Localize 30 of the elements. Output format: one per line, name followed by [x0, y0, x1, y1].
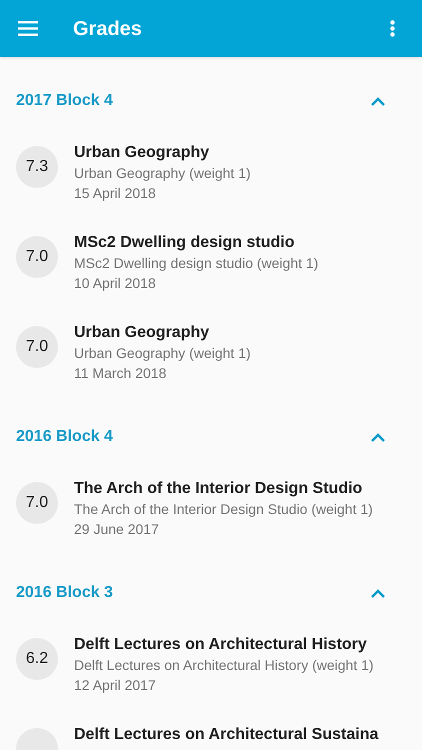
grade-badge: 7.0: [16, 236, 58, 278]
grade-date: 11 March 2018: [74, 364, 168, 383]
course-subtitle: Urban Geography (weight 1): [74, 344, 251, 363]
more-icon: [390, 20, 394, 37]
section-title: 2016 Block 3: [16, 583, 113, 603]
course-title: Urban Geography: [74, 143, 210, 163]
grade-date: 29 June 2017: [74, 520, 160, 539]
menu-icon: [18, 21, 38, 36]
grade-date: 12 April 2017: [74, 676, 157, 695]
course-title: The Arch of the Interior Design Studio: [74, 479, 364, 499]
course-title: Urban Geography: [74, 323, 210, 343]
course-subtitle: The Arch of the Interior Design Studio (weight 1): [74, 500, 373, 519]
grade-badge: 7.0: [16, 482, 58, 524]
app-title: Grades: [73, 16, 142, 42]
course-title: MSc2 Dwelling design studio: [74, 233, 296, 253]
course-title: Delft Lectures on Architectural History: [74, 635, 368, 655]
section-title: 2016 Block 4: [16, 427, 113, 447]
grade-date: 15 April 2018: [74, 184, 157, 203]
chevron-up-icon: [371, 588, 385, 598]
grade-badge: 6.2: [16, 638, 58, 680]
section-title: 2017 Block 4: [16, 91, 113, 111]
course-subtitle: MSc2 Dwelling design studio (weight 1): [74, 254, 318, 273]
course-subtitle: Delft Lectures on Architectural History (weight 1): [74, 656, 374, 675]
grade-badge: 7.0: [16, 326, 58, 368]
grade-badge: 7.3: [16, 146, 58, 188]
course-subtitle: Urban Geography (weight 1): [74, 164, 251, 183]
chevron-up-icon: [371, 96, 385, 106]
course-title: Delft Lectures on Architectural Sustaina: [74, 725, 378, 745]
grade-date: 10 April 2018: [74, 274, 157, 293]
chevron-up-icon: [371, 432, 385, 442]
